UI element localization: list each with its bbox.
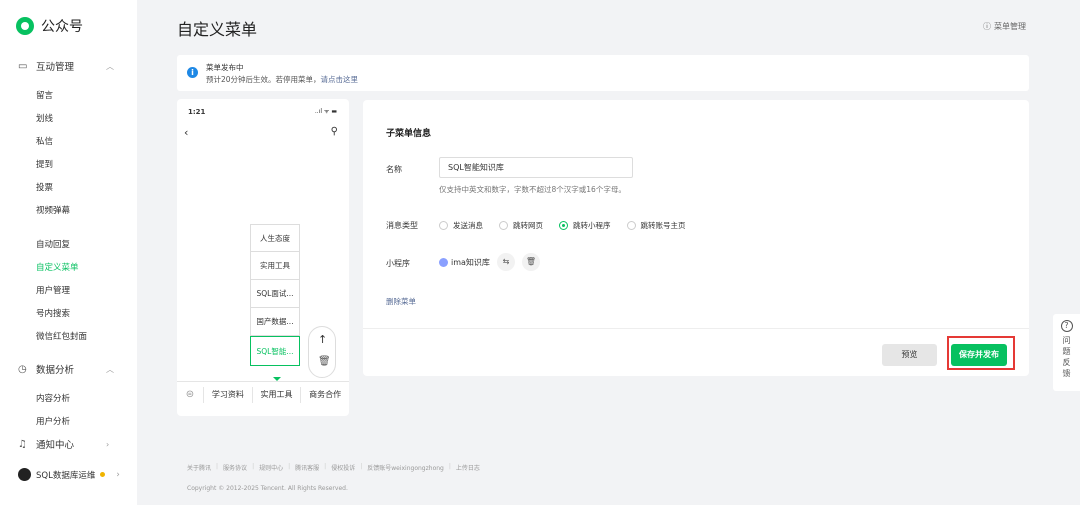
sidebar-item-video-danmaku[interactable]: 视频弹幕 — [36, 204, 70, 216]
question-icon: ? — [1060, 320, 1073, 332]
preview-button[interactable]: 预览 — [882, 344, 937, 366]
section-title: 子菜单信息 — [386, 129, 432, 139]
account-name: SQL数据库运维 — [36, 470, 96, 481]
phone-menubar: ⊜ 学习资料 实用工具 商务合作 — [177, 381, 349, 407]
submenu-item[interactable]: SQL面试... — [250, 280, 300, 308]
sidebar-item-votes[interactable]: 投票 — [36, 181, 53, 193]
status-dot — [100, 472, 106, 477]
footer-link[interactable]: 规则中心 — [259, 463, 283, 472]
sidebar-item-auto-reply[interactable]: 自动回复 — [36, 238, 70, 250]
bell-icon: ♫ — [18, 438, 27, 450]
menubar-item[interactable]: 实用工具 — [251, 386, 301, 403]
submenu-editor: 子菜单信息 名称 仅支持中英文和数字，字数不超过8个汉字或16个字母。 消息类型… — [363, 100, 1029, 376]
feedback-tab[interactable]: ? 问题反馈 — [1053, 314, 1080, 391]
help-circle-icon: ⓘ — [983, 22, 991, 31]
sidebar-item-user-management[interactable]: 用户管理 — [36, 284, 70, 296]
sidebar-item-comments[interactable]: 留言 — [36, 89, 53, 101]
message-icon: ▭ — [18, 60, 28, 72]
nav-group-interaction[interactable]: ▭ 互动管理 ︿ — [18, 59, 118, 74]
sidebar-item-custom-menu[interactable]: 自定义菜单 — [36, 261, 79, 273]
sidebar-item-search[interactable]: 号内搜索 — [36, 307, 70, 319]
trash-icon[interactable]: 🗑 — [521, 253, 540, 271]
page-title: 自定义菜单 — [177, 20, 258, 39]
editor-footer: 预览 保存并发布 — [363, 328, 1029, 376]
sidebar-item-mentions[interactable]: 提到 — [36, 158, 53, 170]
submenu-tools: ↑ 🗑 — [308, 326, 336, 378]
notice-text: 预计20分钟后生效。若停用菜单，请点击这里 — [206, 75, 359, 84]
sidebar-item-red-packet-cover[interactable]: 微信红包封面 — [36, 330, 87, 342]
miniprogram-chip: ima知识库 — [439, 257, 490, 268]
clock-icon: ◷ — [18, 363, 27, 375]
name-hint: 仅支持中英文和数字，字数不超过8个汉字或16个字母。 — [439, 185, 626, 194]
menu-manage-link[interactable]: ⓘ 菜单管理 — [983, 21, 1026, 32]
submenu-item[interactable]: 人生态度 — [250, 224, 300, 252]
chevron-right-icon: › — [116, 469, 120, 480]
sidebar: 公众号 ▭ 互动管理 ︿ 留言 划线 私信 提到 投票 视频弹幕 自动回复 自定… — [0, 0, 137, 505]
chevron-right-icon: › — [106, 439, 110, 449]
phone-status-icons: ..ıl ᯤ ▬ — [314, 108, 337, 115]
footer-link[interactable]: 侵权投诉 — [331, 463, 355, 472]
miniprogram-logo-icon — [439, 257, 448, 267]
name-label: 名称 — [386, 165, 402, 174]
name-input[interactable] — [439, 157, 633, 178]
move-up-icon[interactable]: ↑ — [318, 333, 327, 346]
footer-link[interactable]: 腾讯客服 — [295, 463, 319, 472]
info-icon: i — [187, 67, 198, 78]
notice-title: 菜单发布中 — [206, 63, 244, 72]
footer-link[interactable]: 关于腾讯 — [187, 463, 211, 472]
phone-time: 1:21 — [188, 108, 206, 116]
footer-link[interactable]: 上传日志 — [456, 463, 480, 472]
nav-group-analytics[interactable]: ◷ 数据分析 ︿ — [18, 362, 118, 377]
submenu-item[interactable]: 实用工具 — [250, 252, 300, 280]
menubar-item[interactable]: 商务合作 — [300, 386, 349, 403]
radio-send-message[interactable]: 发送消息 — [439, 220, 483, 231]
miniprogram-label: 小程序 — [386, 259, 410, 268]
highlight-box — [947, 336, 1015, 370]
message-type-group: 发送消息 跳转网页 跳转小程序 跳转账号主页 — [439, 220, 686, 231]
chevron-up-icon: ︿ — [106, 364, 114, 374]
swap-icon[interactable]: ⇆ — [496, 253, 515, 271]
sidebar-item-content-analysis[interactable]: 内容分析 — [36, 392, 70, 404]
miniprogram-selection: ima知识库 ⇆ 🗑 — [439, 253, 540, 271]
submenu-item-selected[interactable]: SQL智能... — [250, 336, 300, 366]
publish-notice: i 菜单发布中 预计20分钟后生效。若停用菜单，请点击这里 — [177, 55, 1029, 91]
radio-open-profile[interactable]: 跳转账号主页 — [626, 220, 686, 231]
footer-link[interactable]: 服务协议 — [223, 463, 247, 472]
notice-link[interactable]: 请点击这里 — [321, 75, 359, 84]
avatar — [18, 468, 31, 481]
copyright: Copyright © 2012-2025 Tencent. All Right… — [187, 485, 348, 492]
footer-links: 关于腾讯 | 服务协议 | 规则中心 | 腾讯客服 | 侵权投诉 | 反馈账号weixin… — [187, 463, 480, 472]
radio-open-miniprogram[interactable]: 跳转小程序 — [559, 220, 611, 231]
radio-open-webpage[interactable]: 跳转网页 — [499, 220, 543, 231]
phone-preview: 1:21 ..ıl ᯤ ▬ ‹ ⚲ 人生态度 实用工具 SQL面试... 国产数… — [177, 99, 349, 416]
footer-link[interactable]: 反馈账号weixingongzhong — [367, 463, 444, 472]
wechat-logo-icon — [16, 17, 34, 35]
submenu-list: 人生态度 实用工具 SQL面试... 国产数据... SQL智能... — [250, 224, 300, 366]
user-icon: ⚲ — [330, 126, 338, 137]
sidebar-item-underline[interactable]: 划线 — [36, 112, 53, 124]
brand-logo[interactable]: 公众号 — [16, 16, 83, 36]
nav-group-notifications[interactable]: ♫ 通知中心 › — [18, 437, 118, 452]
menubar-item[interactable]: 学习资料 — [203, 386, 252, 403]
chevron-up-icon: ︿ — [106, 61, 114, 71]
submenu-item[interactable]: 国产数据... — [250, 308, 300, 336]
brand-name: 公众号 — [41, 19, 83, 35]
back-arrow-icon: ‹ — [184, 126, 189, 139]
type-label: 消息类型 — [386, 221, 418, 230]
sidebar-item-user-analysis[interactable]: 用户分析 — [36, 415, 70, 427]
sidebar-item-messages[interactable]: 私信 — [36, 135, 53, 147]
keyboard-icon[interactable]: ⊜ — [177, 389, 203, 400]
trash-icon[interactable]: 🗑 — [318, 356, 331, 367]
delete-menu-link[interactable]: 删除菜单 — [386, 296, 416, 307]
account-menu[interactable]: SQL数据库运维 › — [18, 468, 120, 481]
